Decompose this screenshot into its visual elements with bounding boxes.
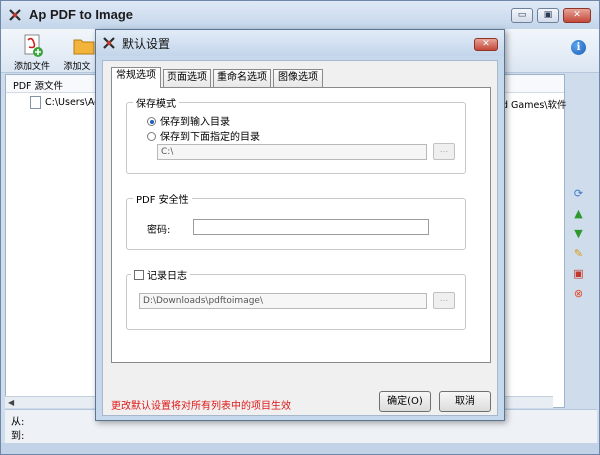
minimize-button[interactable]: ▭ [511, 8, 533, 23]
add-folder-label: 添加文 [63, 62, 91, 70]
scroll-left-icon[interactable]: ◀ [8, 398, 14, 407]
ok-button[interactable]: 确定(O) [379, 391, 431, 412]
status-to: 到: [11, 431, 25, 442]
tab-page-general: 保存模式 保存到输入目录 保存到下面指定的目录 C:\ ... PDF 安全性 … [111, 87, 491, 363]
logging-checkbox[interactable]: 记录日志 [131, 267, 190, 282]
radio-unselected-icon[interactable] [147, 132, 156, 141]
edit-icon[interactable]: ✎ [572, 247, 585, 260]
side-toolbar: ⟳ ▲ ▼ ✎ ▣ ⊗ [567, 181, 591, 301]
output-dir-browse-button[interactable]: ... [433, 143, 455, 160]
main-title-bar[interactable]: Ap PDF to Image ▭ ▣ ✕ [1, 1, 599, 29]
settings-note: 更改默认设置将对所有列表中的项目生效 [111, 401, 291, 412]
tab-rename[interactable]: 重命名选项 [213, 69, 271, 87]
dialog-title: 默认设置 [122, 37, 171, 51]
add-folder-button[interactable]: 添加文 [59, 32, 95, 70]
password-field[interactable] [193, 219, 429, 235]
close-button[interactable]: ✕ [563, 8, 591, 23]
clear-icon[interactable]: ▣ [572, 267, 585, 280]
tab-page[interactable]: 页面选项 [163, 69, 211, 87]
logging-group: 记录日志 D:\Downloads\pdftoimage\ ... [126, 267, 466, 330]
column-pdf-source: PDF 源文件 [13, 81, 64, 92]
file-icon [30, 96, 41, 109]
log-path-browse-button[interactable]: ... [433, 292, 455, 309]
tab-general[interactable]: 常规选项 [111, 67, 161, 88]
pdf-security-legend: PDF 安全性 [133, 191, 192, 206]
radio-selected-icon[interactable] [147, 117, 156, 126]
pdf-add-icon [24, 34, 43, 57]
save-mode-group: 保存模式 保存到输入目录 保存到下面指定的目录 C:\ ... [126, 95, 466, 174]
logging-checkbox-label: 记录日志 [147, 271, 187, 282]
status-from: 从: [11, 417, 25, 428]
radio-save-custom-dir[interactable]: 保存到下面指定的目录 [147, 128, 260, 143]
move-down-icon[interactable]: ▼ [572, 227, 585, 240]
output-dir-field[interactable]: C:\ [157, 144, 427, 160]
cancel-button[interactable]: 取消 [439, 391, 491, 412]
dialog-title-bar[interactable]: 默认设置 ✕ [96, 30, 504, 56]
save-mode-legend: 保存模式 [133, 95, 179, 110]
ap-logo-icon [103, 37, 115, 49]
folder-add-icon [73, 39, 95, 55]
settings-dialog: 默认设置 ✕ 常规选项 页面选项 重命名选项 图像选项 保存模式 保存到输入目录… [95, 29, 505, 421]
info-icon[interactable]: i [571, 40, 586, 55]
dialog-close-button[interactable]: ✕ [474, 38, 498, 51]
file-path-tail: d Games\软件 [502, 100, 567, 111]
move-up-icon[interactable]: ▲ [572, 207, 585, 220]
checkbox-icon[interactable] [134, 270, 144, 280]
log-path-field[interactable]: D:\Downloads\pdftoimage\ [139, 293, 427, 309]
password-label: 密码: [147, 225, 171, 236]
add-file-label: 添加文件 [13, 62, 50, 72]
app-title: Ap PDF to Image [29, 7, 134, 22]
dialog-body: 常规选项 页面选项 重命名选项 图像选项 保存模式 保存到输入目录 保存到下面指… [102, 60, 498, 416]
remove-icon[interactable]: ⊗ [572, 287, 585, 300]
add-file-button[interactable]: 添加文件 [7, 32, 57, 72]
radio-save-custom-dir-label: 保存到下面指定的目录 [160, 132, 260, 143]
ap-logo-icon [9, 9, 21, 21]
tab-image[interactable]: 图像选项 [273, 69, 323, 87]
pdf-security-group: PDF 安全性 密码: [126, 191, 466, 250]
bottom-bar [1, 443, 599, 454]
refresh-icon[interactable]: ⟳ [572, 187, 585, 200]
radio-save-input-dir[interactable]: 保存到输入目录 [147, 113, 230, 128]
radio-save-input-dir-label: 保存到输入目录 [160, 117, 230, 128]
maximize-button[interactable]: ▣ [537, 8, 559, 23]
